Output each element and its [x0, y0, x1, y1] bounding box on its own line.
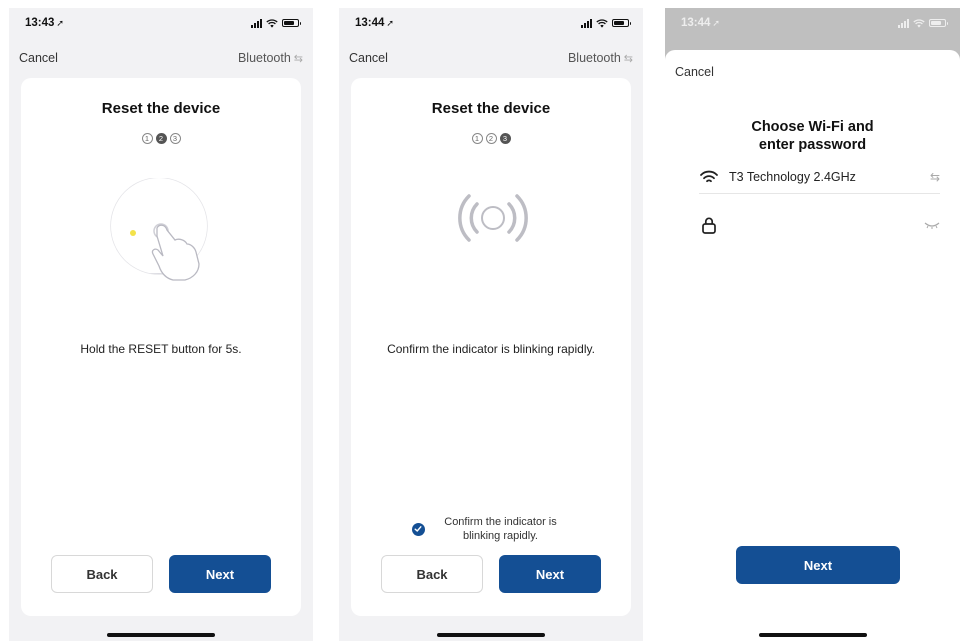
- status-bar: 13:43 ➚: [9, 8, 313, 38]
- step-2: 2: [155, 133, 167, 144]
- back-button[interactable]: Back: [381, 555, 483, 593]
- password-row: [699, 210, 940, 240]
- wifi-sheet: Cancel Choose Wi-Fi and enter password T…: [665, 50, 960, 641]
- wifi-ssid: T3 Technology 2.4GHz: [729, 169, 856, 184]
- status-bar: 13:44 ➚: [339, 8, 643, 38]
- location-arrow-icon: ➚: [712, 18, 720, 28]
- battery-icon: [612, 19, 631, 27]
- battery-icon: [929, 19, 948, 27]
- instruction-text: Confirm the indicator is blinking rapidl…: [387, 342, 595, 356]
- back-button[interactable]: Back: [51, 555, 153, 593]
- swap-arrows-icon: ⇆: [623, 52, 633, 65]
- step-3: 3: [169, 133, 181, 144]
- page-title: Reset the device: [101, 100, 221, 117]
- lock-icon: [702, 217, 716, 234]
- location-arrow-icon: ➚: [386, 18, 394, 28]
- status-bar: 13:44 ➚: [665, 8, 960, 38]
- step-indicator: 1 2 3: [21, 133, 301, 144]
- battery-icon: [282, 19, 301, 27]
- step-2: 2: [485, 133, 497, 144]
- step-3: 3: [499, 133, 511, 144]
- confirm-checkbox-row[interactable]: Confirm the indicator is blinking rapidl…: [351, 515, 631, 543]
- home-indicator[interactable]: [107, 633, 215, 637]
- blinking-indicator-icon: [458, 194, 528, 242]
- cellular-signal-icon: [898, 18, 909, 28]
- cancel-button[interactable]: Cancel: [19, 51, 58, 65]
- step-1: 1: [141, 133, 153, 144]
- swap-arrows-icon: ⇆: [293, 52, 303, 65]
- home-indicator[interactable]: [758, 633, 867, 637]
- nav-bar: Cancel Bluetooth ⇆: [19, 48, 303, 68]
- status-time: 13:44 ➚: [355, 17, 394, 29]
- step-1: 1: [471, 133, 483, 144]
- cellular-signal-icon: [581, 18, 592, 28]
- next-button[interactable]: Next: [169, 555, 271, 593]
- nav-bar: Cancel Bluetooth ⇆: [349, 48, 633, 68]
- phone-screen-wifi: 13:44 ➚ Cancel Choose Wi-Fi and enter pas…: [665, 8, 960, 641]
- phone-screen-reset-step-3: 13:44 ➚ Cancel Bluetooth ⇆ Reset the devic…: [339, 8, 643, 641]
- reset-card: Reset the device 1 2 3 Confirm the indic…: [351, 78, 631, 616]
- cancel-button[interactable]: Cancel: [349, 51, 388, 65]
- press-reset-button-illustration: [110, 178, 208, 281]
- status-time: 13:44 ➚: [681, 17, 720, 29]
- confirm-checkbox-label: Confirm the indicator is blinking rapidl…: [444, 516, 557, 542]
- reset-card: Reset the device 1 2 3 Hold the RESET bu…: [21, 78, 301, 616]
- next-button[interactable]: Next: [736, 546, 900, 584]
- wifi-status-icon: [596, 18, 608, 28]
- location-arrow-icon: ➚: [56, 18, 64, 28]
- home-indicator[interactable]: [437, 633, 545, 637]
- cancel-button[interactable]: Cancel: [675, 65, 714, 79]
- wifi-status-icon: [913, 18, 925, 28]
- phone-screen-reset-step-2: 13:43 ➚ Cancel Bluetooth ⇆ Reset the devic…: [9, 8, 313, 641]
- page-title: Choose Wi-Fi and enter password: [751, 119, 874, 153]
- page-title: Reset the device: [431, 100, 551, 117]
- step-indicator: 1 2 3: [351, 133, 631, 144]
- bluetooth-mode-switch[interactable]: Bluetooth ⇆: [568, 51, 633, 65]
- status-time: 13:43 ➚: [25, 17, 64, 29]
- wifi-network-row[interactable]: T3 Technology 2.4GHz ⇆: [699, 164, 940, 194]
- hide-password-icon[interactable]: [924, 220, 940, 230]
- bluetooth-mode-switch[interactable]: Bluetooth ⇆: [238, 51, 303, 65]
- password-input[interactable]: [729, 218, 924, 232]
- next-button[interactable]: Next: [499, 555, 601, 593]
- switch-network-icon[interactable]: ⇆: [930, 170, 940, 184]
- wifi-status-icon: [266, 18, 278, 28]
- cellular-signal-icon: [251, 18, 262, 28]
- wifi-icon: [700, 170, 718, 182]
- screenshot-stage: 13:43 ➚ Cancel Bluetooth ⇆ Reset the devic…: [0, 0, 960, 641]
- checkbox-checked-icon[interactable]: [411, 522, 425, 536]
- instruction-text: Hold the RESET button for 5s.: [80, 342, 242, 356]
